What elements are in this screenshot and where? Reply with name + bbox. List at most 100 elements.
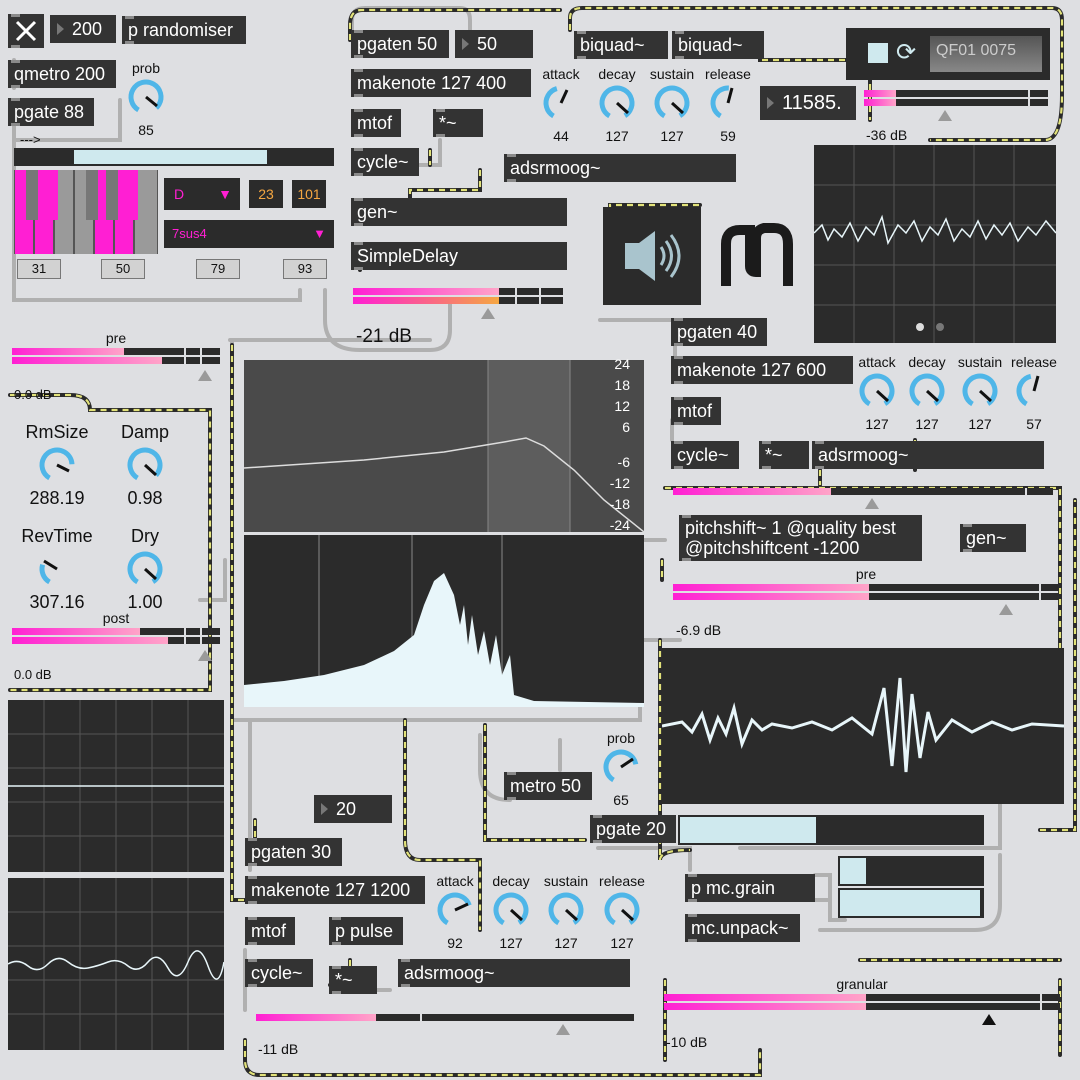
granular-meter[interactable] xyxy=(664,994,1060,1025)
waveform-display[interactable] xyxy=(661,648,1065,804)
prob-dial[interactable]: prob 85 xyxy=(116,60,176,138)
voice2-meter[interactable] xyxy=(673,488,1053,509)
dial-value: 92 xyxy=(447,935,463,951)
makenote-400-object[interactable]: makenote 127 400 xyxy=(351,69,531,97)
cycle-object[interactable]: cycle~ xyxy=(671,441,739,469)
gen-object-2[interactable]: gen~ xyxy=(960,524,1026,552)
filter-graph[interactable]: 24 18 12 6 -6 -12 -18 -24 xyxy=(243,356,645,533)
decay-dial-1[interactable]: decay 127 xyxy=(587,66,647,144)
mult-object[interactable]: *~ xyxy=(329,966,377,994)
gain-slider-handle[interactable] xyxy=(198,650,212,661)
close-button[interactable] xyxy=(8,14,44,48)
adsrmoog-object[interactable]: adsrmoog~ xyxy=(398,959,630,987)
dry-dial[interactable]: Dry 1.00 xyxy=(104,527,186,611)
gain-slider-handle[interactable] xyxy=(982,1014,996,1025)
mtof-object[interactable]: mtof xyxy=(351,109,401,137)
simpledelay-object[interactable]: SimpleDelay xyxy=(351,242,567,270)
damp-dial[interactable]: Damp 0.98 xyxy=(104,423,186,507)
decay-dial-2[interactable]: decay 127 xyxy=(897,354,957,432)
pitchshift-object[interactable]: pitchshift~ 1 @quality best @pitchshiftc… xyxy=(679,515,922,561)
pulse-object[interactable]: p pulse xyxy=(329,917,403,945)
makenote-1200-object[interactable]: makenote 127 1200 xyxy=(245,876,425,904)
qmetro-object[interactable]: qmetro 200 xyxy=(8,60,116,88)
pgate-20-object[interactable]: pgate 20 xyxy=(590,815,676,843)
tick-label: 24 xyxy=(614,356,630,372)
gain-slider-handle[interactable] xyxy=(481,308,495,319)
pgaten-50-object[interactable]: pgaten 50 xyxy=(351,30,449,58)
sample-player[interactable]: ⟳ QF01 0075 xyxy=(846,28,1050,80)
num-box-b[interactable]: 101 xyxy=(292,180,326,208)
dial-icon xyxy=(437,892,473,928)
gain-slider-handle[interactable] xyxy=(556,1024,570,1035)
pgate-object[interactable]: pgate 88 xyxy=(8,98,94,126)
stop-button[interactable] xyxy=(868,43,888,63)
dial-icon xyxy=(543,85,579,121)
attack-dial-1[interactable]: attack 44 xyxy=(531,66,591,144)
revtime-dial[interactable]: RevTime 307.16 xyxy=(14,527,100,611)
voice2-db: -6.9 dB xyxy=(676,622,722,638)
mc-grain-object[interactable]: p mc.grain xyxy=(685,874,815,902)
mult-object[interactable]: *~ xyxy=(433,109,483,137)
number-box-20[interactable]: 20 xyxy=(314,795,392,823)
chord-menu[interactable]: 7sus4 ▼ xyxy=(164,220,334,248)
range-slider[interactable] xyxy=(14,148,334,166)
mult-object[interactable]: *~ xyxy=(759,441,809,469)
biquad-object-2[interactable]: biquad~ xyxy=(672,31,764,59)
reverb-post-meter[interactable] xyxy=(12,628,220,661)
cycle-object[interactable]: cycle~ xyxy=(245,959,313,987)
prob-dial-2[interactable]: prob 65 xyxy=(591,730,651,808)
gain-slider-handle[interactable] xyxy=(999,604,1013,615)
note-menu[interactable]: D ▼ xyxy=(164,178,240,210)
freq-readout[interactable]: 11585. xyxy=(760,86,856,120)
gain-slider-handle[interactable] xyxy=(198,370,212,381)
scope-grid xyxy=(7,878,225,1050)
mtof-object[interactable]: mtof xyxy=(245,917,295,945)
meter-fill xyxy=(664,1003,866,1010)
sustain-dial-3[interactable]: sustain 127 xyxy=(536,873,596,951)
release-dial-2[interactable]: release 57 xyxy=(1004,354,1064,432)
mc-unpack-object[interactable]: mc.unpack~ xyxy=(685,914,800,942)
multislider-2[interactable] xyxy=(838,888,984,918)
metro-50-object[interactable]: metro 50 xyxy=(504,772,592,800)
sustain-dial-1[interactable]: sustain 127 xyxy=(642,66,702,144)
adsrmoog-object[interactable]: adsrmoog~ xyxy=(504,154,736,182)
scope-grid xyxy=(8,700,224,872)
pgaten-30-object[interactable]: pgaten 30 xyxy=(245,838,342,866)
attack-dial-3[interactable]: attack 92 xyxy=(425,873,485,951)
mtof-object[interactable]: mtof xyxy=(671,397,721,425)
randomiser-object[interactable]: p randomiser xyxy=(122,16,246,44)
decay-dial-3[interactable]: decay 127 xyxy=(481,873,541,951)
dial-icon xyxy=(39,447,75,483)
player-meter[interactable] xyxy=(864,90,1048,121)
audio-output-button[interactable] xyxy=(603,207,701,305)
voice3-meter[interactable] xyxy=(256,1014,634,1035)
prob-label: prob xyxy=(606,730,636,746)
number-box-200[interactable]: 200 xyxy=(50,15,116,43)
delay-meter[interactable] xyxy=(353,288,563,319)
piano-keyboard[interactable] xyxy=(14,170,158,254)
note-menu-value: D xyxy=(174,186,185,202)
loop-icon[interactable]: ⟳ xyxy=(896,38,916,67)
release-dial-1[interactable]: release 59 xyxy=(698,66,758,144)
adsrmoog-object[interactable]: adsrmoog~ xyxy=(812,441,1044,469)
meter-fill xyxy=(864,99,896,106)
release-dial-3[interactable]: release 127 xyxy=(592,873,652,951)
reverb-pre-meter[interactable] xyxy=(12,348,220,381)
rmsize-dial[interactable]: RmSize 288.19 xyxy=(14,423,100,507)
arrow-text: ---> xyxy=(20,132,41,147)
num-box-a[interactable]: 23 xyxy=(249,180,283,208)
gain-slider-handle[interactable] xyxy=(938,110,952,121)
pgaten-40-object[interactable]: pgaten 40 xyxy=(671,318,767,346)
biquad-object-1[interactable]: biquad~ xyxy=(574,31,668,59)
number-box-50[interactable]: 50 xyxy=(455,30,533,58)
grain-slider[interactable] xyxy=(678,815,984,845)
cycle-object[interactable]: cycle~ xyxy=(351,148,419,176)
oscilloscope-2 xyxy=(8,700,224,872)
voice2-pre-meter[interactable] xyxy=(673,584,1059,615)
multislider-1[interactable] xyxy=(838,856,984,886)
makenote-600-object[interactable]: makenote 127 600 xyxy=(671,356,853,384)
sustain-dial-2[interactable]: sustain 127 xyxy=(950,354,1010,432)
gen-object[interactable]: gen~ xyxy=(351,198,567,226)
tick-label: -12 xyxy=(609,475,630,491)
gain-slider-handle[interactable] xyxy=(865,498,879,509)
